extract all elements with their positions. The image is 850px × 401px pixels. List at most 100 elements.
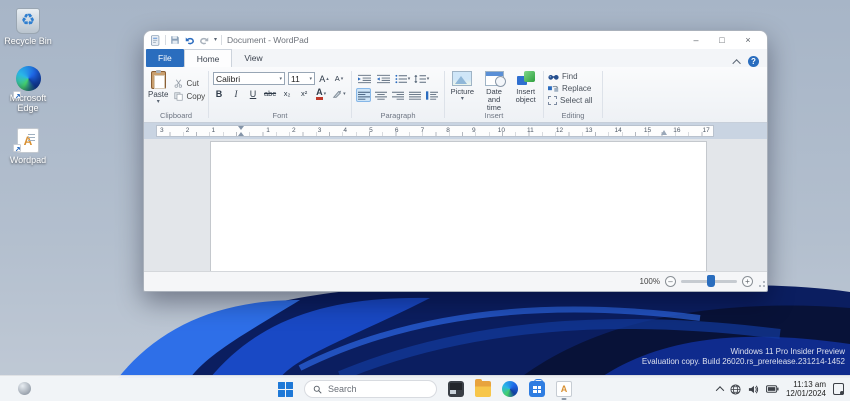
tab-home[interactable]: Home [184, 49, 233, 67]
edge-taskbar-icon[interactable] [502, 381, 518, 397]
paste-button[interactable]: Paste ▾ [148, 70, 168, 105]
ruler-number: 2 [292, 128, 296, 135]
cut-button[interactable]: Cut [174, 79, 205, 88]
divider [165, 35, 166, 45]
close-button[interactable]: × [735, 32, 761, 48]
qat-dropdown-icon[interactable]: ▾ [214, 37, 217, 43]
increase-indent-button[interactable] [375, 72, 392, 86]
wordpad-app-icon[interactable] [150, 35, 161, 46]
picture-dropdown-icon[interactable]: ▾ [449, 96, 476, 102]
ruler-number: 5 [369, 128, 373, 135]
shrink-font-button[interactable]: A▾ [333, 72, 345, 85]
microsoft-store-icon[interactable] [529, 381, 545, 397]
document-page[interactable] [210, 141, 707, 271]
ruler[interactable]: 3211234567891011121314151617 [156, 125, 714, 137]
ruler-number: 3 [160, 128, 164, 135]
margin-marker[interactable] [237, 126, 244, 136]
recycle-bin-icon: ♻ [16, 8, 40, 34]
save-icon[interactable] [170, 35, 180, 45]
select-all-button[interactable]: Select all [548, 96, 598, 105]
superscript-button[interactable]: x² [298, 87, 310, 100]
wordpad-taskbar-icon[interactable]: A [556, 381, 572, 397]
taskbar: Search A 11:13 am 12/01/2024 [0, 375, 850, 401]
tab-file[interactable]: File [146, 49, 184, 67]
undo-icon[interactable] [184, 35, 195, 45]
collapse-ribbon-icon[interactable] [732, 59, 740, 67]
paste-dropdown-icon[interactable]: ▾ [148, 99, 168, 105]
right-indent-marker[interactable] [661, 130, 667, 135]
watermark-line1: Windows 11 Pro Insider Preview [642, 347, 845, 357]
taskbar-app-icon[interactable] [448, 381, 464, 397]
font-family-select[interactable]: Calibri ▾ [213, 72, 285, 85]
group-label: Clipboard [144, 111, 208, 120]
align-right-button[interactable] [391, 88, 406, 102]
widgets-icon[interactable] [18, 382, 31, 395]
align-center-button[interactable] [373, 88, 388, 102]
highlighter-icon [332, 89, 342, 99]
desktop: Windows 11 Pro Insider Preview Evaluatio… [0, 0, 850, 401]
zoom-slider-thumb[interactable] [707, 275, 715, 287]
highlight-button[interactable]: ▾ [332, 87, 346, 100]
paragraph-settings-button[interactable] [425, 88, 440, 102]
search-input[interactable]: Search [304, 380, 437, 398]
desktop-icon-microsoft-edge[interactable]: Microsoft Edge [4, 66, 52, 113]
font-size-select[interactable]: 11 ▾ [288, 72, 315, 85]
underline-button[interactable]: U [247, 87, 259, 100]
desktop-icon-recycle-bin[interactable]: ♻ Recycle Bin [4, 8, 52, 46]
replace-button[interactable]: Replace [548, 84, 598, 93]
hidden-icons-chevron[interactable] [717, 386, 723, 392]
group-label: Insert [445, 111, 543, 120]
desktop-icon-label: Wordpad [4, 155, 52, 165]
chevron-down-icon: ▾ [309, 76, 312, 82]
ruler-number: 16 [673, 128, 680, 135]
copy-icon [174, 92, 183, 101]
zoom-in-button[interactable]: + [742, 276, 753, 287]
maximize-button[interactable]: □ [709, 32, 735, 48]
justify-button[interactable] [408, 88, 423, 102]
start-button[interactable] [278, 382, 293, 397]
desktop-icon-wordpad[interactable]: A Wordpad [4, 128, 52, 165]
insert-object-button[interactable]: Insert object [512, 70, 539, 112]
zoom-out-button[interactable]: – [665, 276, 676, 287]
network-icon[interactable] [730, 384, 741, 395]
copy-button[interactable]: Copy [174, 92, 205, 101]
system-tray: 11:13 am 12/01/2024 [717, 376, 844, 401]
grow-font-button[interactable]: A▴ [318, 72, 330, 85]
window-title: Document - WordPad [227, 35, 309, 45]
font-color-button[interactable]: A▾ [315, 87, 327, 100]
italic-button[interactable]: I [230, 87, 242, 100]
volume-icon[interactable] [748, 384, 759, 395]
minimize-button[interactable]: – [683, 32, 709, 48]
desktop-icon-label: Microsoft Edge [4, 93, 52, 113]
notification-center-icon[interactable] [833, 383, 844, 395]
find-button[interactable]: Find [548, 72, 598, 81]
redo-icon[interactable] [199, 35, 210, 45]
resize-grip[interactable] [757, 281, 765, 289]
replace-label: Replace [562, 84, 591, 93]
tray-time: 11:13 am [786, 380, 826, 389]
help-icon[interactable]: ? [748, 56, 759, 67]
battery-icon[interactable] [766, 384, 779, 394]
copy-label: Copy [186, 92, 205, 101]
zoom-slider[interactable] [681, 280, 737, 283]
picture-button[interactable]: Picture ▾ [449, 70, 476, 112]
replace-icon [548, 85, 559, 93]
window-controls: – □ × [683, 32, 761, 48]
line-spacing-button[interactable]: ▾ [413, 72, 430, 86]
clock[interactable]: 11:13 am 12/01/2024 [786, 380, 826, 398]
list-button[interactable]: ▾ [394, 72, 411, 86]
date-time-button[interactable]: Date and time [481, 70, 508, 112]
title-bar[interactable]: ▾ Document - WordPad – □ × [144, 31, 767, 49]
align-left-button[interactable] [356, 88, 371, 102]
subscript-button[interactable]: x₂ [281, 87, 293, 100]
file-explorer-icon[interactable] [475, 381, 491, 397]
group-label: Font [209, 111, 351, 120]
caret-down-icon: ▾ [324, 91, 327, 97]
strikethrough-button[interactable]: abc [264, 87, 276, 100]
tab-view[interactable]: View [232, 49, 274, 67]
decrease-indent-button[interactable] [356, 72, 373, 86]
caret-down-icon: ▾ [427, 76, 430, 82]
bold-button[interactable]: B [213, 87, 225, 100]
ruler-number: 12 [556, 128, 563, 135]
ruler-number: 9 [472, 128, 476, 135]
